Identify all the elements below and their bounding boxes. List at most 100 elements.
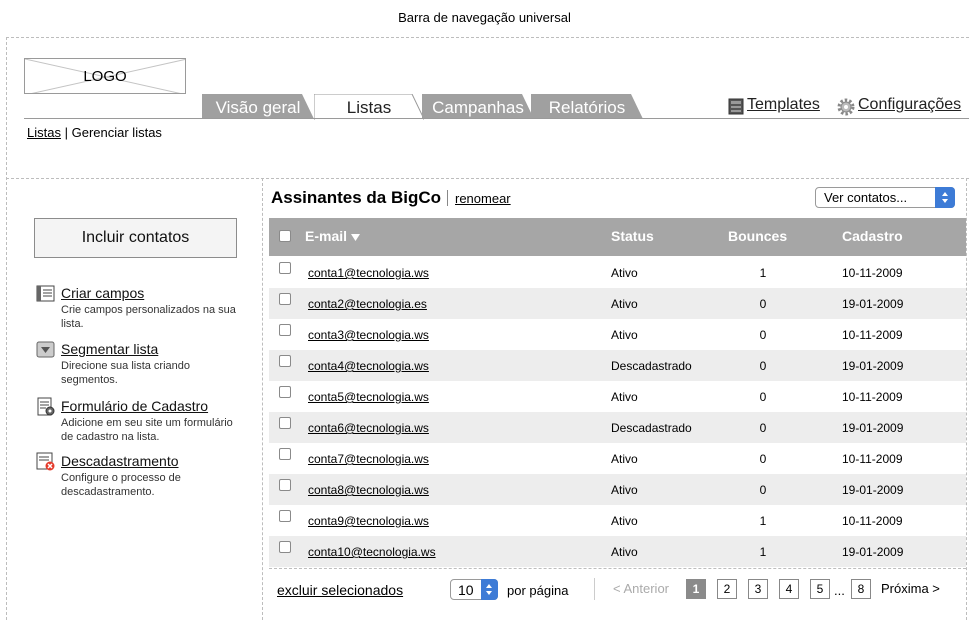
divider: [966, 178, 967, 620]
row-email-link[interactable]: conta10@tecnologia.ws: [308, 545, 436, 559]
logo[interactable]: LOGO: [24, 58, 186, 94]
view-contacts-value: Ver contatos...: [824, 190, 908, 205]
row-email-link[interactable]: conta4@tecnologia.ws: [308, 359, 429, 373]
tab-campanhas[interactable]: Campanhas: [422, 94, 534, 119]
next-page-link[interactable]: Próxima >: [881, 581, 940, 596]
row-email-link[interactable]: conta1@tecnologia.ws: [308, 266, 429, 280]
templates-label: Templates: [747, 96, 820, 113]
row-email-link[interactable]: conta3@tecnologia.ws: [308, 328, 429, 342]
row-email-link[interactable]: conta8@tecnologia.ws: [308, 483, 429, 497]
settings-link[interactable]: Configurações: [836, 96, 962, 116]
row-date: 10-11-2009: [842, 266, 903, 280]
breadcrumb-separator: |: [64, 125, 68, 140]
settings-label: Configurações: [858, 96, 962, 113]
view-contacts-select[interactable]: Ver contatos...: [815, 187, 955, 208]
segment-icon: [36, 341, 55, 358]
bounces-column-header[interactable]: Bounces: [728, 228, 787, 244]
divider: [6, 37, 969, 38]
table-row: conta6@tecnologia.ws Descadastrado 0 19-…: [269, 412, 966, 443]
row-email-link[interactable]: conta2@tecnologia.es: [308, 297, 427, 311]
row-email-link[interactable]: conta6@tecnologia.ws: [308, 421, 429, 435]
table-row: conta8@tecnologia.ws Ativo 0 19-01-2009: [269, 474, 966, 505]
page-2-button[interactable]: 2: [717, 579, 737, 599]
row-email-link[interactable]: conta9@tecnologia.ws: [308, 514, 429, 528]
tab-visao-geral[interactable]: Visão geral: [202, 94, 314, 119]
table-row: conta4@tecnologia.ws Descadastrado 0 19-…: [269, 350, 966, 381]
row-date: 10-11-2009: [842, 452, 903, 466]
row-status: Ativo: [611, 514, 638, 528]
divider: [6, 178, 969, 179]
row-date: 19-01-2009: [842, 297, 904, 311]
tab-listas[interactable]: Listas: [314, 94, 424, 120]
page-5-button[interactable]: 5: [810, 579, 830, 599]
page-1-button[interactable]: 1: [686, 579, 706, 599]
breadcrumb-current: Gerenciar listas: [71, 125, 162, 140]
sidebar-item-title: Criar campos: [61, 285, 145, 301]
row-bounces: 1: [759, 514, 767, 528]
sidebar-item-title: Formulário de Cadastro: [61, 398, 209, 414]
table-row: conta1@tecnologia.ws Ativo 1 10-11-2009: [269, 257, 966, 288]
row-checkbox[interactable]: [279, 324, 291, 336]
list-title: Assinantes da BigCo: [271, 188, 442, 207]
row-checkbox[interactable]: [279, 355, 291, 367]
rename-link[interactable]: renomear: [455, 191, 511, 206]
templates-icon: [728, 98, 744, 115]
table-row: conta3@tecnologia.ws Ativo 0 10-11-2009: [269, 319, 966, 350]
row-bounces: 0: [759, 297, 767, 311]
tabs-baseline: [24, 118, 969, 119]
tab-label: Visão geral: [215, 98, 301, 117]
page-3-button[interactable]: 3: [748, 579, 768, 599]
divider: [269, 568, 966, 569]
row-status: Descadastrado: [611, 359, 692, 373]
date-column-header[interactable]: Cadastro: [842, 228, 903, 244]
row-status: Ativo: [611, 452, 638, 466]
sidebar-item-description: Direcione sua lista criando segmentos.: [61, 360, 191, 386]
row-bounces: 0: [759, 483, 767, 497]
row-checkbox[interactable]: [279, 479, 291, 491]
row-status: Ativo: [611, 328, 638, 342]
select-all-checkbox[interactable]: [279, 230, 291, 242]
row-date: 19-01-2009: [842, 483, 904, 497]
row-bounces: 0: [759, 359, 767, 373]
per-page-value: 10: [458, 582, 474, 598]
form-icon: [37, 397, 55, 416]
per-page-select[interactable]: 10: [450, 579, 498, 600]
universal-nav-label: Barra de navegação universal: [398, 10, 571, 25]
sidebar-item-description: Crie campos personalizados na sua lista.: [61, 304, 236, 330]
row-bounces: 1: [759, 545, 767, 559]
sidebar-item-description: Configure o processo de descadastramento…: [61, 472, 181, 498]
unsubscribe-icon: [36, 452, 55, 471]
email-column-header[interactable]: E-mail: [305, 228, 361, 244]
page-4-button[interactable]: 4: [779, 579, 799, 599]
row-email-link[interactable]: conta7@tecnologia.ws: [308, 452, 429, 466]
row-status: Ativo: [611, 390, 638, 404]
table-header: E-mail Status Bounces Cadastro: [269, 218, 966, 256]
row-checkbox[interactable]: [279, 541, 291, 553]
templates-link[interactable]: Templates: [727, 96, 820, 115]
row-checkbox[interactable]: [279, 417, 291, 429]
divider: [6, 37, 7, 620]
delete-selected-link[interactable]: excluir selecionados: [277, 582, 403, 598]
table-row: conta5@tecnologia.ws Ativo 0 10-11-2009: [269, 381, 966, 412]
row-date: 19-01-2009: [842, 421, 904, 435]
row-checkbox[interactable]: [279, 448, 291, 460]
row-bounces: 1: [759, 266, 767, 280]
row-status: Descadastrado: [611, 421, 692, 435]
logo-label: LOGO: [83, 68, 127, 85]
tab-relatorios[interactable]: Relatórios: [531, 94, 643, 119]
row-date: 19-01-2009: [842, 545, 904, 559]
row-bounces: 0: [759, 421, 767, 435]
prev-page-link[interactable]: < Anterior: [613, 581, 669, 596]
page-8-button[interactable]: 8: [851, 579, 871, 599]
status-column-header[interactable]: Status: [611, 228, 654, 244]
row-checkbox[interactable]: [279, 293, 291, 305]
row-email-link[interactable]: conta5@tecnologia.ws: [308, 390, 429, 404]
row-checkbox[interactable]: [279, 262, 291, 274]
include-contacts-button[interactable]: Incluir contatos: [34, 218, 237, 258]
breadcrumb-listas-link[interactable]: Listas: [27, 125, 61, 140]
row-checkbox[interactable]: [279, 386, 291, 398]
row-checkbox[interactable]: [279, 510, 291, 522]
row-date: 10-11-2009: [842, 514, 903, 528]
row-bounces: 0: [759, 452, 767, 466]
per-page-label: por página: [507, 583, 569, 598]
